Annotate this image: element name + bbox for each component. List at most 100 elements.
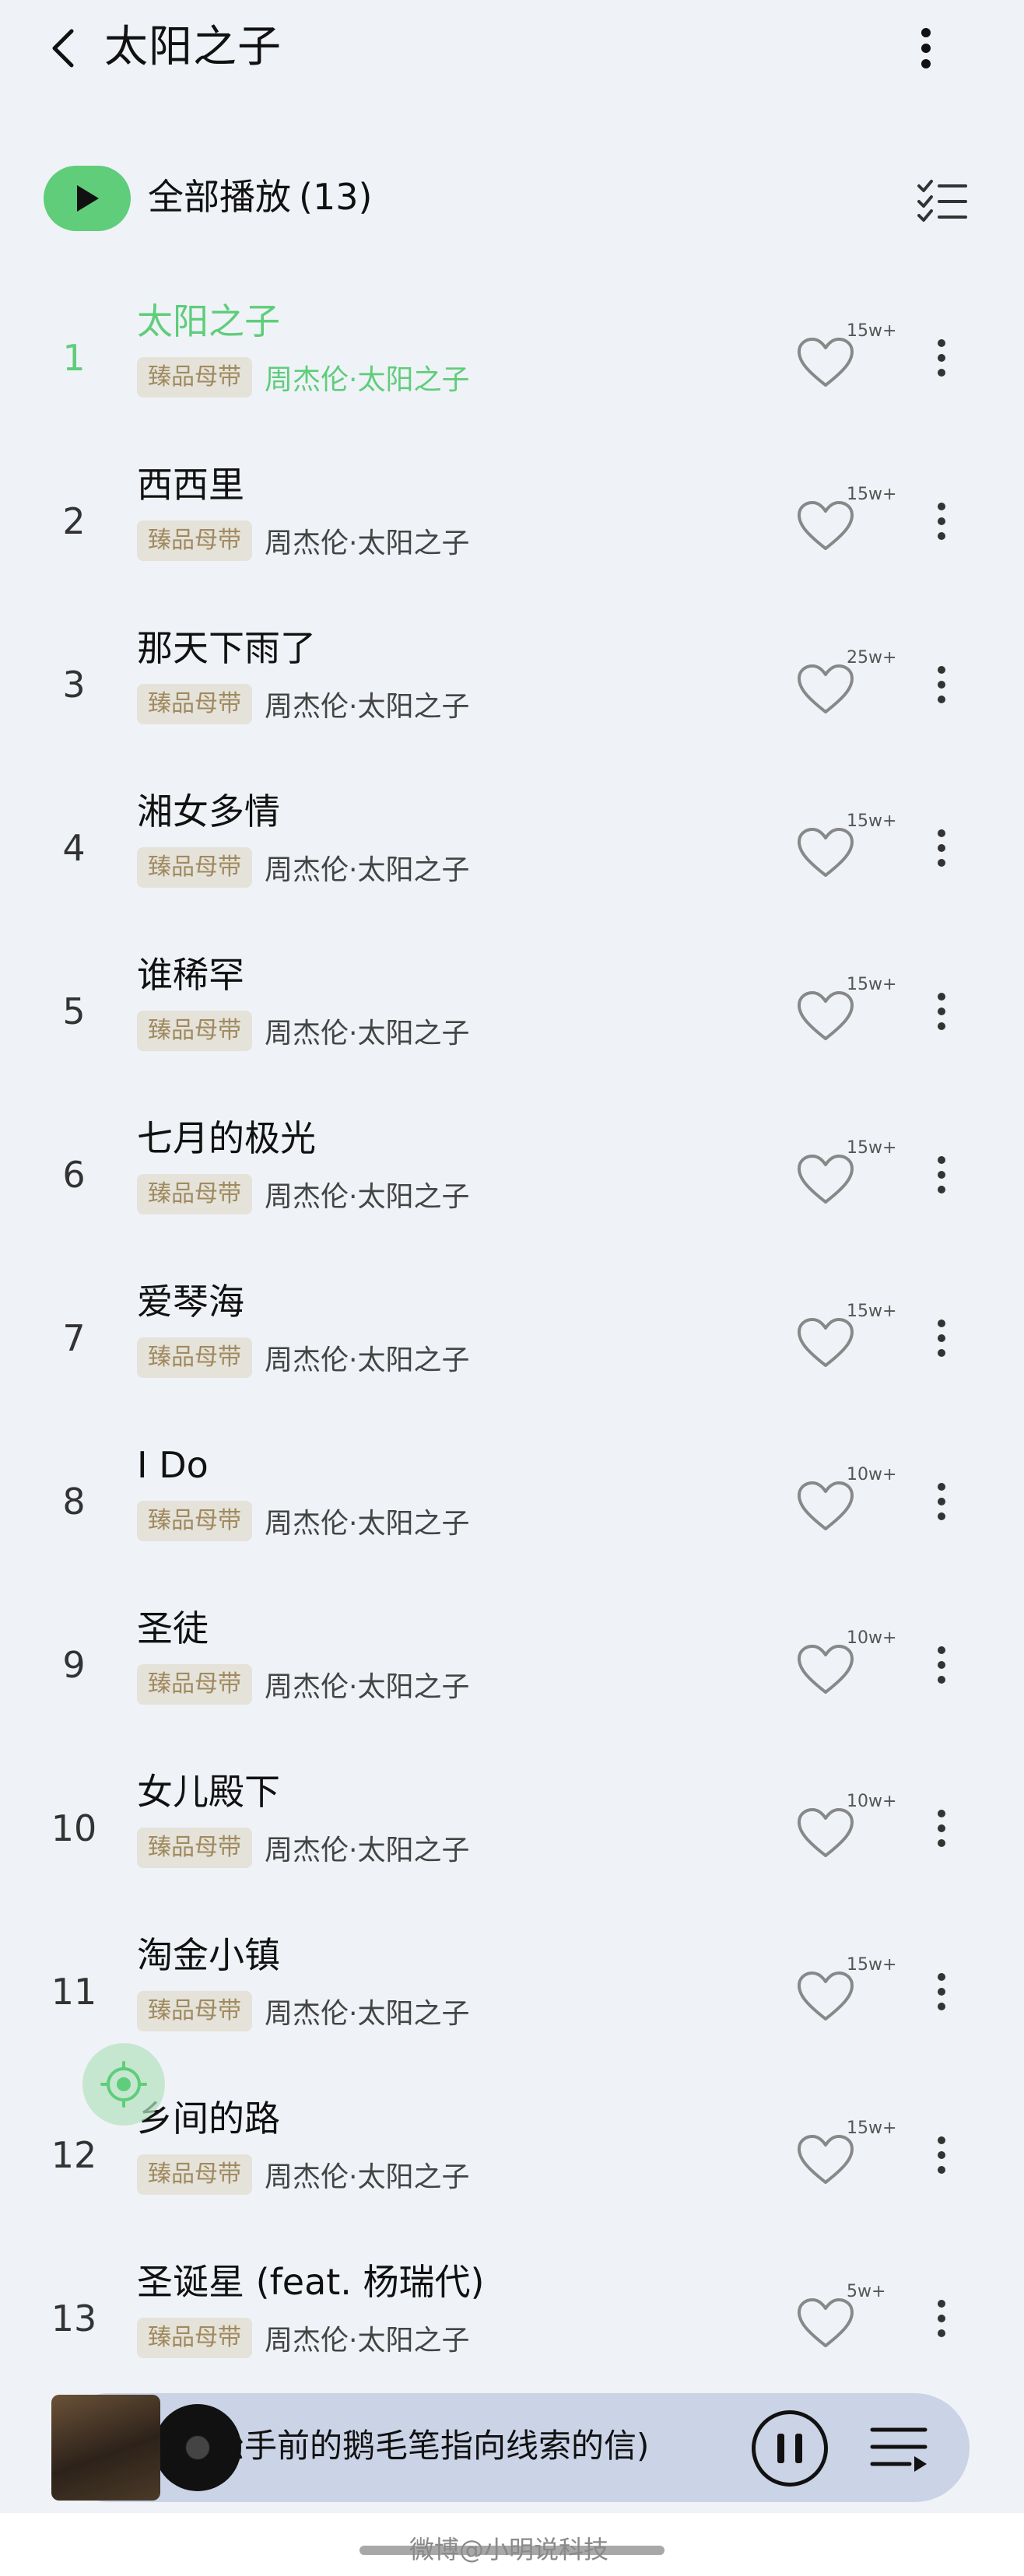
heart-icon [798, 1808, 854, 1857]
song-row[interactable]: 13 圣诞星 (feat. 杨瑞代) 臻品母带 周杰伦·太阳之子 5w+ [0, 2237, 1024, 2400]
song-artist-album: 周杰伦·太阳之子 [265, 854, 470, 886]
like-count: 15w+ [847, 975, 897, 994]
heart-icon [798, 1645, 854, 1694]
watermark: 微博@小明说科技 [409, 2535, 609, 2564]
song-meta: 臻品母带 周杰伦·太阳之子 [137, 1174, 469, 1214]
more-vertical-icon [938, 1646, 945, 1684]
song-meta: 臻品母带 周杰伦·太阳之子 [137, 2318, 469, 2358]
song-artist-album: 周杰伦·太阳之子 [265, 527, 470, 559]
song-artist-album: 周杰伦·太阳之子 [265, 1181, 470, 1213]
song-row[interactable]: 10 女儿殿下 臻品母带 周杰伦·太阳之子 10w+ [0, 1747, 1024, 1910]
like-button[interactable]: 25w+ [792, 648, 896, 726]
song-row[interactable]: 8 I Do 臻品母带 周杰伦·太阳之子 10w+ [0, 1420, 1024, 1583]
like-button[interactable]: 10w+ [792, 1628, 896, 1706]
like-button[interactable]: 15w+ [792, 975, 896, 1053]
like-button[interactable]: 15w+ [792, 2119, 896, 2196]
quality-badge: 臻品母带 [137, 1828, 252, 1868]
song-meta: 臻品母带 周杰伦·太阳之子 [137, 847, 469, 888]
multi-select-button[interactable] [915, 175, 970, 225]
like-button[interactable]: 15w+ [792, 1138, 896, 1216]
song-more-button[interactable] [918, 486, 965, 556]
song-row[interactable]: 6 七月的极光 臻品母带 周杰伦·太阳之子 15w+ [0, 1093, 1024, 1256]
song-row[interactable]: 7 爱琴海 臻品母带 周杰伦·太阳之子 15w+ [0, 1256, 1024, 1420]
song-more-button[interactable] [918, 976, 965, 1046]
album-art[interactable] [51, 2395, 160, 2501]
heart-icon [798, 664, 854, 713]
like-count: 25w+ [847, 648, 897, 668]
song-meta: 臻品母带 周杰伦·太阳之子 [137, 1011, 469, 1051]
song-title: 淘金小镇 [137, 1934, 280, 1976]
more-vertical-icon [938, 2300, 945, 2337]
play-all-label[interactable]: 全部播放 (13) [148, 173, 372, 220]
song-meta: 臻品母带 周杰伦·太阳之子 [137, 1501, 469, 1541]
song-more-button[interactable] [918, 1303, 965, 1373]
song-title: 女儿殿下 [137, 1771, 280, 1813]
song-meta: 臻品母带 周杰伦·太阳之子 [137, 1828, 469, 1868]
quality-badge: 臻品母带 [137, 1664, 252, 1705]
like-button[interactable]: 15w+ [792, 1955, 896, 2033]
play-all-text: 全部播放 [148, 176, 291, 218]
like-button[interactable]: 5w+ [792, 2282, 885, 2360]
song-more-button[interactable] [918, 323, 965, 393]
song-more-button[interactable] [918, 2120, 965, 2190]
song-row[interactable]: 5 谁稀罕 臻品母带 周杰伦·太阳之子 15w+ [0, 930, 1024, 1093]
more-vertical-icon [938, 829, 945, 867]
heart-icon [798, 1155, 854, 1204]
song-more-button[interactable] [918, 1957, 965, 2027]
quality-badge: 臻品母带 [137, 2154, 252, 2195]
song-row[interactable]: 11 淘金小镇 臻品母带 周杰伦·太阳之子 15w+ [0, 1910, 1024, 2073]
more-options-button[interactable] [903, 23, 949, 73]
like-count: 10w+ [847, 1792, 897, 1811]
more-vertical-icon [921, 28, 931, 68]
song-more-button[interactable] [918, 1467, 965, 1537]
song-title: I Do [137, 1444, 209, 1486]
like-button[interactable]: 15w+ [792, 321, 896, 399]
song-index: 9 [62, 1644, 86, 1686]
song-meta: 臻品母带 周杰伦·太阳之子 [137, 520, 469, 561]
like-count: 15w+ [847, 1955, 897, 1975]
song-artist-album: 周杰伦·太阳之子 [265, 1998, 470, 2030]
mini-player[interactable]: 松手前的鹅毛笔指向线索的信) [51, 2393, 970, 2502]
like-count: 15w+ [847, 811, 897, 831]
like-button[interactable]: 15w+ [792, 811, 896, 889]
like-count: 10w+ [847, 1465, 897, 1484]
song-row[interactable]: 3 那天下雨了 臻品母带 周杰伦·太阳之子 25w+ [0, 603, 1024, 766]
like-count: 15w+ [847, 485, 897, 504]
song-index: 2 [62, 500, 86, 542]
heart-icon [798, 2135, 854, 2184]
song-index: 6 [62, 1154, 86, 1196]
play-all-button[interactable] [44, 166, 131, 231]
pause-icon [795, 2434, 802, 2463]
song-index: 3 [62, 664, 86, 706]
top-header: 太阳之子 [0, 0, 1024, 101]
song-title: 太阳之子 [137, 300, 280, 342]
song-row[interactable]: 4 湘女多情 臻品母带 周杰伦·太阳之子 15w+ [0, 766, 1024, 930]
like-button[interactable]: 15w+ [792, 485, 896, 563]
song-more-button[interactable] [918, 650, 965, 720]
like-button[interactable]: 10w+ [792, 1465, 896, 1543]
song-more-button[interactable] [918, 813, 965, 883]
song-index: 10 [51, 1807, 97, 1849]
song-more-button[interactable] [918, 1140, 965, 1210]
song-more-button[interactable] [918, 2283, 965, 2353]
song-index: 1 [62, 337, 86, 379]
pause-button[interactable] [752, 2410, 828, 2487]
now-playing-text[interactable]: 松手前的鹅毛笔指向线索的信) [212, 2423, 649, 2469]
bottom-strip: 微博@小明说科技 [0, 2513, 1024, 2576]
more-vertical-icon [938, 339, 945, 377]
like-count: 15w+ [847, 321, 897, 341]
song-row[interactable]: 1 太阳之子 臻品母带 周杰伦·太阳之子 15w+ [0, 276, 1024, 440]
song-index: 11 [51, 1971, 97, 2013]
locate-icon [100, 2061, 147, 2108]
playlist-queue-button[interactable] [864, 2417, 934, 2479]
like-button[interactable]: 10w+ [792, 1792, 896, 1870]
song-meta: 臻品母带 周杰伦·太阳之子 [137, 1664, 469, 1705]
song-row[interactable]: 2 西西里 臻品母带 周杰伦·太阳之子 15w+ [0, 440, 1024, 603]
song-more-button[interactable] [918, 1630, 965, 1700]
song-more-button[interactable] [918, 1793, 965, 1863]
like-button[interactable]: 15w+ [792, 1302, 896, 1379]
heart-icon [798, 1481, 854, 1530]
back-button[interactable] [39, 23, 89, 73]
locate-current-button[interactable] [82, 2043, 165, 2126]
song-row[interactable]: 9 圣徒 臻品母带 周杰伦·太阳之子 10w+ [0, 1583, 1024, 1747]
